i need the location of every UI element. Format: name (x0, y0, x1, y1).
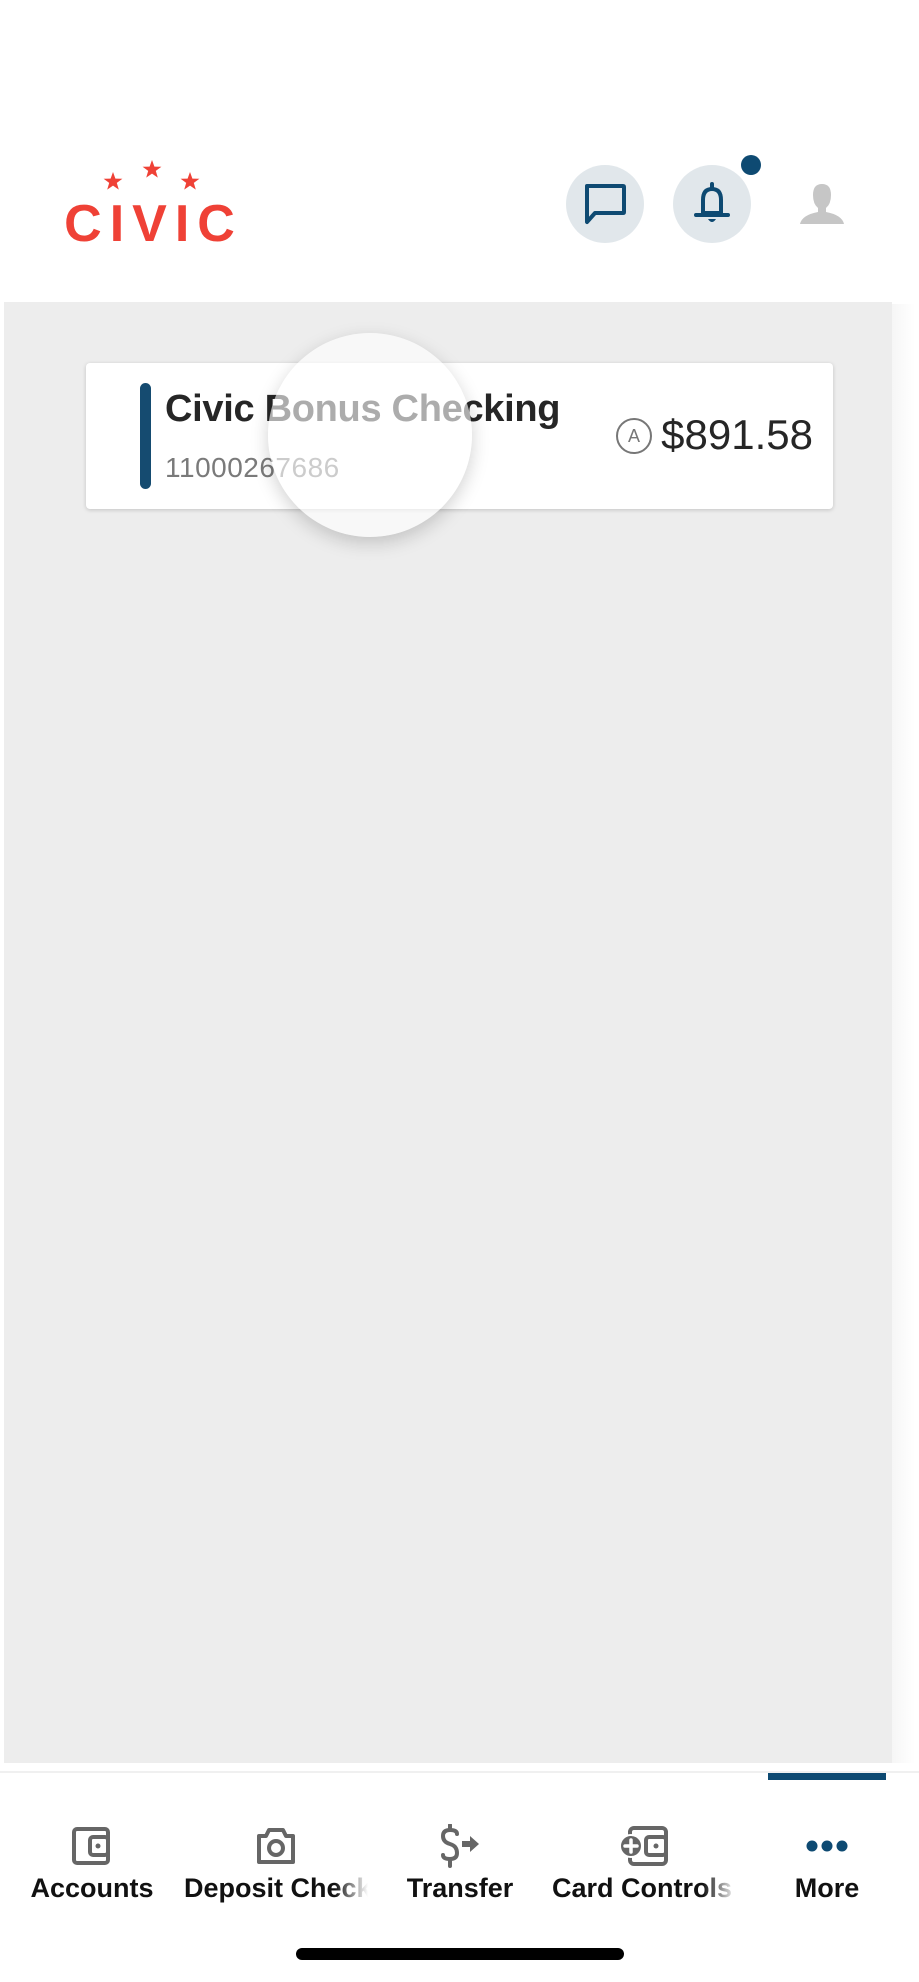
tab-more[interactable]: More (735, 1799, 919, 1919)
stars-icon (103, 160, 200, 190)
tab-label: Accounts (30, 1873, 154, 1903)
account-number: 11000267686 (165, 452, 340, 483)
card-control-icon (619, 1826, 668, 1866)
chat-icon (585, 184, 626, 224)
account-card[interactable]: Civic Bonus Checking 11000267686 A $891.… (86, 363, 833, 509)
chat-button[interactable] (566, 165, 644, 243)
camera-icon (257, 1828, 295, 1864)
tab-label: Card Controls (552, 1873, 733, 1903)
accounts-list-area (4, 302, 892, 1763)
tab-card-controls[interactable]: Card Controls (552, 1799, 736, 1919)
tab-label: More (794, 1873, 860, 1903)
wallet-icon (72, 1827, 110, 1865)
logo-text: CIVIC (64, 195, 243, 253)
account-balance: $891.58 (661, 411, 813, 458)
tab-label: Deposit Check (184, 1873, 368, 1903)
person-icon (800, 184, 844, 224)
account-name: Civic Bonus Checking (165, 388, 561, 430)
bell-icon (694, 182, 730, 222)
scroll-edge (892, 304, 915, 1763)
active-tab-indicator (768, 1773, 886, 1780)
app-header: CIVIC (0, 0, 919, 302)
account-accent-bar (140, 383, 151, 489)
notifications-button[interactable] (673, 165, 751, 243)
civic-logo: CIVIC (56, 160, 251, 250)
tab-label: Transfer (406, 1873, 514, 1903)
tab-transfer[interactable]: Transfer (368, 1799, 552, 1919)
tab-deposit-check[interactable]: Deposit Check (184, 1799, 368, 1919)
home-indicator[interactable] (296, 1948, 624, 1960)
more-dots-icon (806, 1840, 848, 1852)
tab-accounts[interactable]: Accounts (0, 1799, 184, 1919)
available-balance-icon: A (616, 418, 652, 454)
dollar-transfer-icon (440, 1824, 479, 1868)
profile-button[interactable] (796, 178, 848, 230)
notification-badge (741, 155, 761, 175)
